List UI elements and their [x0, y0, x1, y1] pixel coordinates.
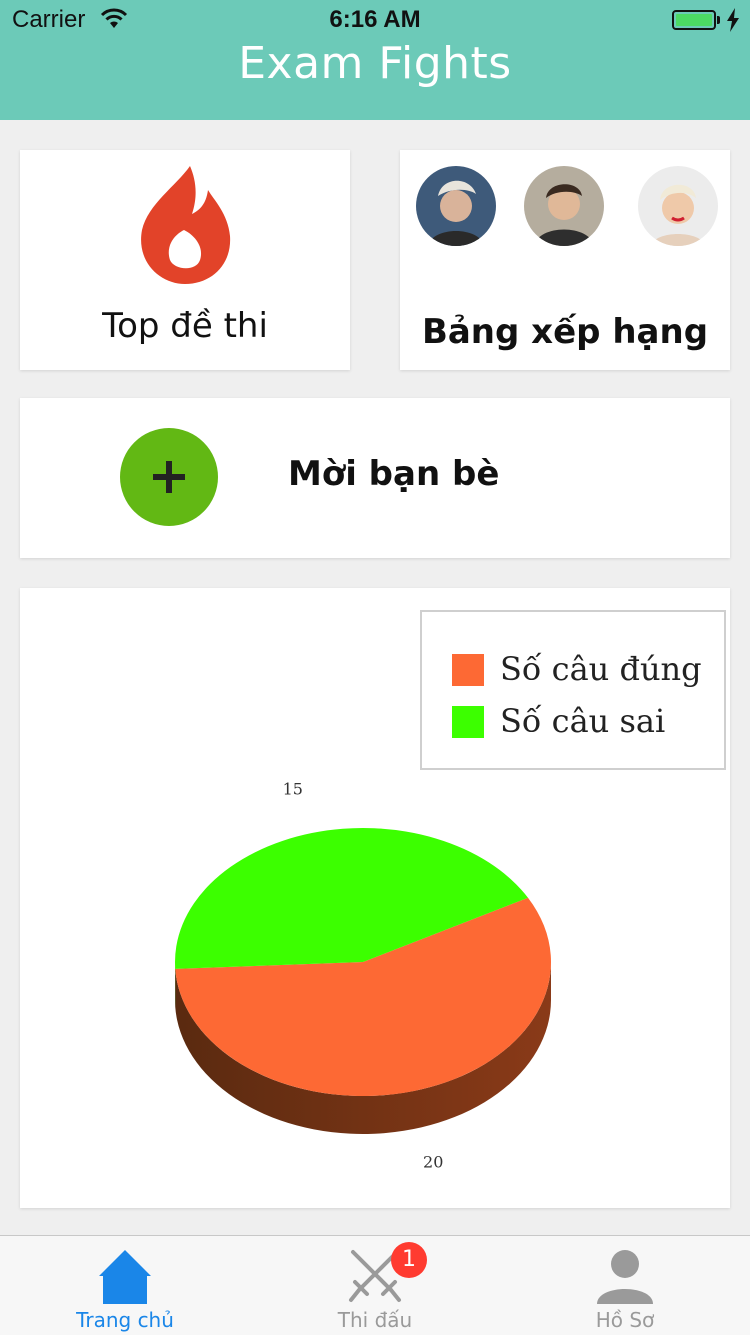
tab-label: Trang chủ	[0, 1308, 250, 1332]
tab-bar: Trang chủ Thi đấu 1 Hồ Sơ	[0, 1235, 750, 1335]
flame-icon	[138, 164, 232, 284]
plus-icon	[151, 459, 187, 495]
leaderboard-label: Bảng xếp hạng	[400, 312, 730, 352]
pie-data-label: 15	[283, 780, 303, 799]
avatar	[416, 166, 496, 246]
avatar	[524, 166, 604, 246]
user-icon	[595, 1246, 655, 1306]
legend-swatch	[452, 706, 484, 738]
top-exams-card[interactable]: Top đề thi	[20, 150, 350, 370]
status-time: 6:16 AM	[0, 6, 750, 34]
home-icon	[95, 1246, 155, 1306]
notification-badge: 1	[391, 1242, 427, 1278]
tab-label: Hồ Sơ	[500, 1308, 750, 1332]
invite-friends-label: Mời bạn bè	[288, 454, 499, 494]
top-exams-label: Top đề thi	[20, 306, 350, 346]
tab-home[interactable]: Trang chủ	[0, 1236, 250, 1335]
tab-profile[interactable]: Hồ Sơ	[500, 1236, 750, 1335]
tab-label: Thi đấu	[250, 1308, 500, 1332]
legend-label: Số câu đúng	[500, 650, 702, 688]
leaderboard-card[interactable]: Bảng xếp hạng	[400, 150, 730, 370]
add-friend-button[interactable]	[120, 428, 218, 526]
tab-battle[interactable]: Thi đấu	[250, 1236, 500, 1335]
invite-friends-card[interactable]: Mời bạn bè	[20, 398, 730, 558]
charging-icon	[726, 8, 740, 32]
nav-header: Carrier 6:16 AM Exam Fights	[0, 0, 750, 120]
page-title: Exam Fights	[0, 38, 750, 89]
pie-data-label: 20	[423, 1152, 443, 1171]
legend-swatch	[452, 654, 484, 686]
avatar	[638, 166, 718, 246]
status-bar: Carrier 6:16 AM	[0, 0, 750, 40]
legend-label: Số câu sai	[500, 702, 665, 740]
battery-tip	[717, 16, 720, 24]
chart-legend: Số câu đúng Số câu sai	[420, 610, 726, 770]
battery-icon	[672, 10, 716, 30]
results-chart-card: 20 15 Số câu đúng Số câu sai	[20, 588, 730, 1208]
